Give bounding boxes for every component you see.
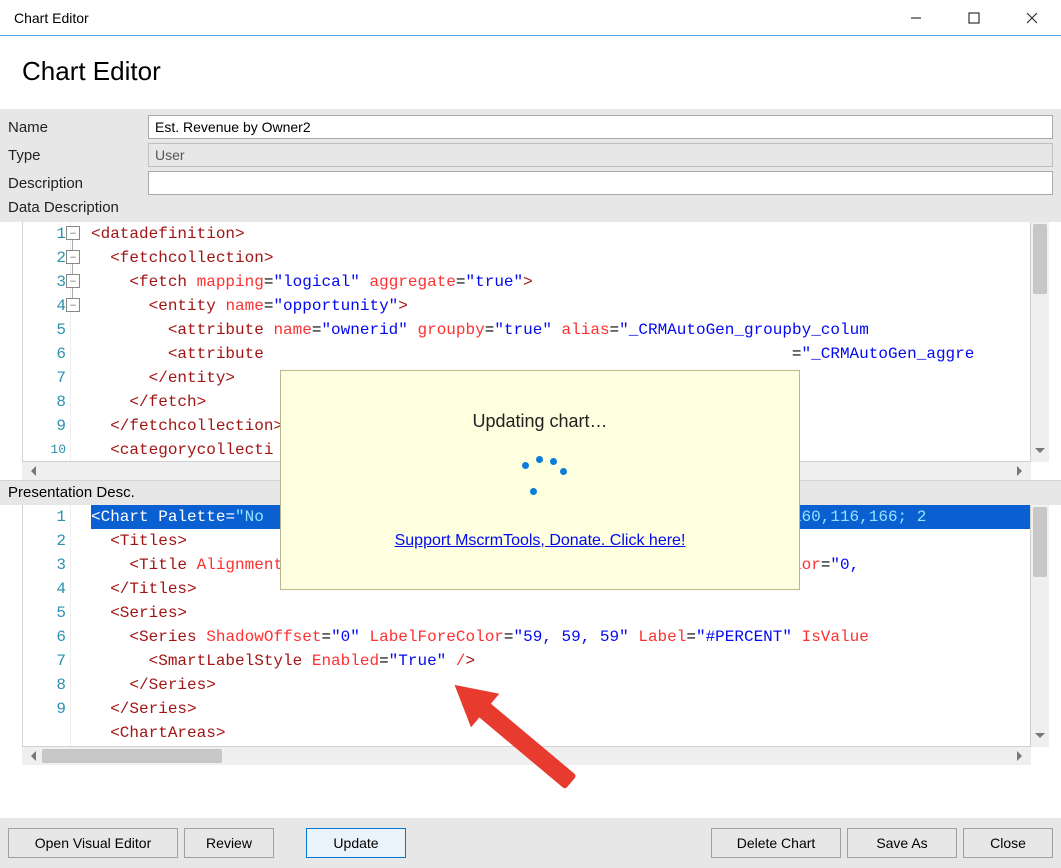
window-controls: [887, 0, 1061, 35]
popup-message: Updating chart…: [472, 411, 607, 432]
fold-icon[interactable]: −: [66, 298, 80, 312]
page-title: Chart Editor: [22, 56, 1049, 87]
review-button[interactable]: Review: [184, 828, 274, 858]
pres-gutter: 1234 5678 9: [23, 505, 71, 746]
donate-link[interactable]: Support MscrmTools, Donate. Click here!: [395, 532, 686, 550]
bottom-toolbar: Open Visual Editor Review Update Delete …: [0, 818, 1061, 868]
type-input: [148, 143, 1053, 167]
name-input[interactable]: [148, 115, 1053, 139]
scroll-down-icon[interactable]: [1031, 729, 1049, 747]
scroll-thumb[interactable]: [1033, 507, 1047, 577]
data-description-label: Data Description: [8, 199, 148, 216]
data-vertical-scrollbar[interactable]: [1031, 222, 1049, 462]
fold-icon[interactable]: −: [66, 274, 80, 288]
pres-vertical-scrollbar[interactable]: [1031, 505, 1049, 747]
delete-chart-button[interactable]: Delete Chart: [711, 828, 841, 858]
scroll-left-icon[interactable]: [22, 462, 40, 480]
scroll-thumb[interactable]: [42, 749, 222, 763]
scroll-right-icon[interactable]: [1013, 462, 1031, 480]
scroll-thumb[interactable]: [1033, 224, 1047, 294]
maximize-button[interactable]: [945, 0, 1003, 35]
scroll-right-icon[interactable]: [1013, 747, 1031, 765]
window-title: Chart Editor: [14, 10, 89, 26]
data-gutter: 1− 2− 3− 4− 5 6 7 8 9 10: [23, 222, 71, 461]
close-button[interactable]: Close: [963, 828, 1053, 858]
spinner-icon: [510, 456, 570, 496]
pres-horizontal-scrollbar[interactable]: [22, 747, 1031, 765]
titlebar[interactable]: Chart Editor: [0, 0, 1061, 36]
minimize-button[interactable]: [887, 0, 945, 35]
close-window-button[interactable]: [1003, 0, 1061, 35]
name-label: Name: [8, 119, 148, 136]
description-label: Description: [8, 175, 148, 192]
fold-icon[interactable]: −: [66, 226, 80, 240]
fold-icon[interactable]: −: [66, 250, 80, 264]
scroll-down-icon[interactable]: [1031, 444, 1049, 462]
description-input[interactable]: [148, 171, 1053, 195]
scroll-left-icon[interactable]: [22, 747, 40, 765]
updating-popup: Updating chart… Support MscrmTools, Dona…: [280, 370, 800, 590]
type-label: Type: [8, 147, 148, 164]
update-button[interactable]: Update: [306, 828, 406, 858]
save-as-button[interactable]: Save As: [847, 828, 957, 858]
open-visual-editor-button[interactable]: Open Visual Editor: [8, 828, 178, 858]
